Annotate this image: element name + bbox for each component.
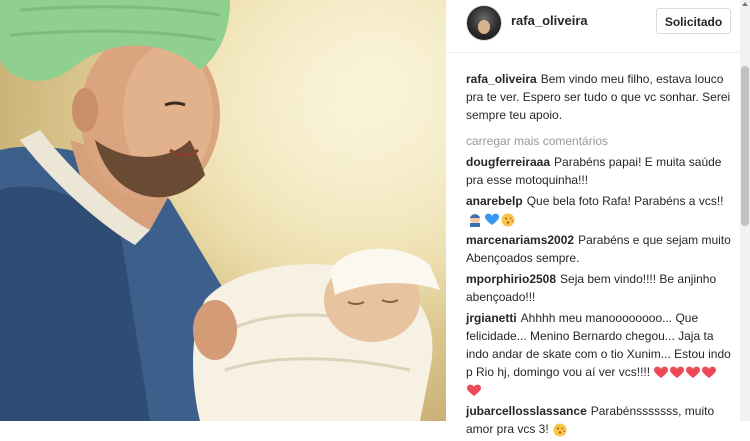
blue-heart-emoji <box>485 213 499 225</box>
kiss-face-emoji <box>553 423 567 437</box>
avatar-face <box>478 20 490 34</box>
comment-item: marcenariams2002 Parabéns e que sejam mui… <box>466 231 732 267</box>
comment-item: mporphirio2508 Seja bem vindo!!!! Be anji… <box>466 270 732 306</box>
comment-item: jrgianetti Ahhhh meu manoooooooo... Que f… <box>466 309 732 399</box>
caption: rafa_oliveira Bem vindo meu filho, estava… <box>466 70 732 124</box>
baby-emoji <box>470 213 480 227</box>
comment-username[interactable]: jubarcellosslassance <box>466 404 587 418</box>
red-heart-emoji <box>702 366 717 379</box>
comment-item: jubarcellosslassance Parabénsssssss, muit… <box>466 402 732 438</box>
post-photo[interactable] <box>0 0 446 421</box>
comment-list: rafa_oliveira Bem vindo meu filho, estava… <box>466 70 732 441</box>
comment-username[interactable]: mporphirio2508 <box>466 272 556 286</box>
page-scrollbar[interactable] <box>740 0 750 421</box>
red-heart-emoji <box>670 366 685 379</box>
username-link[interactable]: rafa_oliveira <box>511 13 588 28</box>
avatar[interactable] <box>466 5 502 41</box>
red-heart-emoji <box>654 366 669 379</box>
follow-requested-button[interactable]: Solicitado <box>656 8 731 34</box>
load-more-comments-link[interactable]: carregar mais comentários <box>466 132 732 150</box>
comment-item: dougferreiraaa Parabéns papai! E muita sa… <box>466 153 732 189</box>
father-and-newborn-photo <box>0 0 446 421</box>
scroll-up-arrow-icon[interactable] <box>742 2 748 6</box>
post-header: rafa_oliveira Solicitado <box>446 0 740 53</box>
comment-item: anarebelp Que bela foto Rafa! Parabéns a … <box>466 192 732 228</box>
scrollbar-thumb[interactable] <box>741 66 749 226</box>
post-sidebar: rafa_oliveira Solicitado rafa_oliveira Be… <box>446 0 740 437</box>
comment-username[interactable]: jrgianetti <box>466 311 517 325</box>
caption-username[interactable]: rafa_oliveira <box>466 72 537 86</box>
comment-username[interactable]: anarebelp <box>466 194 523 208</box>
kiss-face-emoji <box>501 213 515 227</box>
comment-text: Que bela foto Rafa! Parabéns a vcs!! <box>526 194 724 208</box>
comment-username[interactable]: dougferreiraaa <box>466 155 550 169</box>
red-heart-emoji <box>467 384 481 397</box>
red-heart-emoji <box>686 366 701 379</box>
comment-username[interactable]: marcenariams2002 <box>466 233 574 247</box>
